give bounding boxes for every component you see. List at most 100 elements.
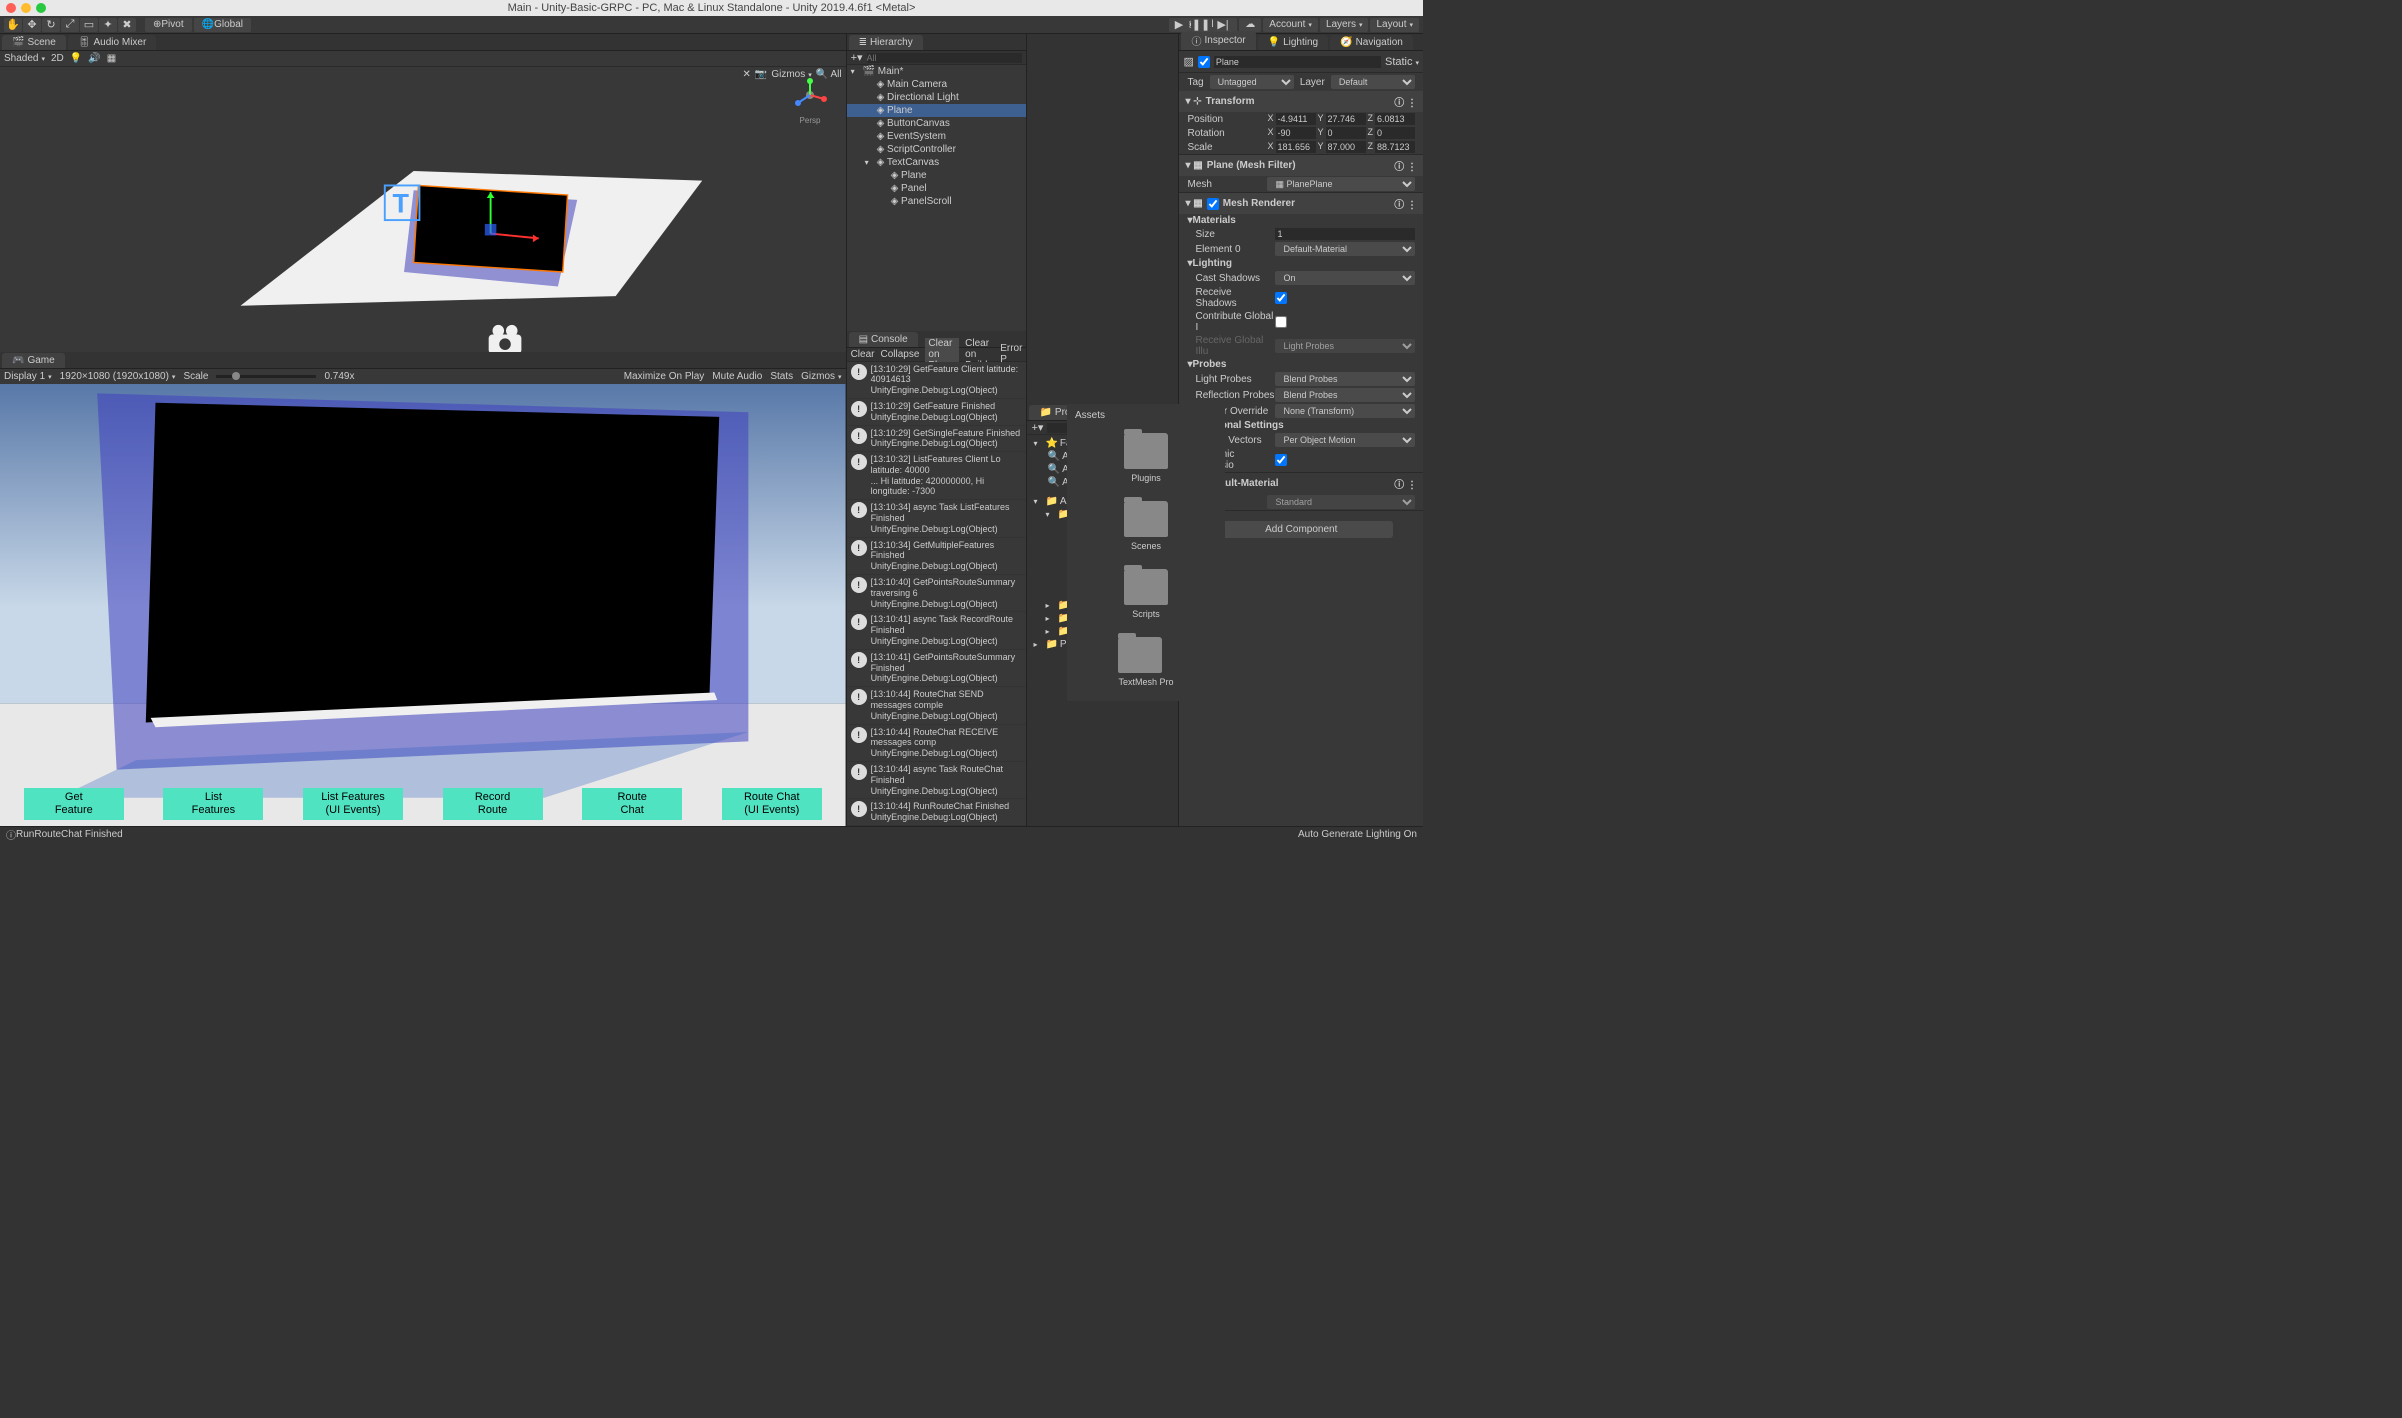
pause-button[interactable]: ❚❚ xyxy=(1191,18,1211,32)
asset-folder-item[interactable]: Plugins xyxy=(1124,433,1168,483)
gameobject-active-checkbox[interactable] xyxy=(1198,56,1210,68)
contributegi-checkbox[interactable] xyxy=(1275,316,1287,328)
mute-toggle[interactable]: Mute Audio xyxy=(712,371,762,382)
console-clear-button[interactable]: Clear xyxy=(851,349,875,360)
game-action-button[interactable]: ListFeatures xyxy=(163,788,263,820)
console-entry[interactable]: ![13:10:34] GetMultipleFeatures Finished… xyxy=(847,538,1027,575)
game-gizmos-toggle[interactable]: Gizmos xyxy=(801,371,841,382)
scale-z-input[interactable] xyxy=(1375,141,1415,153)
project-create-button[interactable]: +▾ xyxy=(1031,421,1043,434)
layout-dropdown[interactable]: Layout xyxy=(1370,18,1419,32)
hierarchy-item[interactable]: ◈ ScriptController xyxy=(847,143,1027,156)
scene-close-icon[interactable]: ✕ xyxy=(742,69,750,80)
orientation-gizmo[interactable]: Persp xyxy=(790,75,830,115)
scene-camera-icon[interactable]: 📷 xyxy=(755,69,767,80)
hierarchy-item[interactable]: ◈ Plane xyxy=(847,104,1027,117)
game-action-button[interactable]: RecordRoute xyxy=(443,788,543,820)
scale-y-input[interactable] xyxy=(1326,141,1366,153)
tab-hierarchy[interactable]: ≣ Hierarchy xyxy=(849,35,923,50)
stats-toggle[interactable]: Stats xyxy=(770,371,793,382)
add-component-button[interactable]: Add Component xyxy=(1209,521,1393,538)
assets-grid-panel[interactable]: Assets PluginsScenesScriptsTextMesh Pro xyxy=(1067,404,1225,701)
scale-x-input[interactable] xyxy=(1276,141,1316,153)
scene-fx-toggle[interactable]: ▦ xyxy=(107,53,116,64)
scale-slider[interactable] xyxy=(216,375,316,378)
tab-navigation[interactable]: 🧭 Navigation xyxy=(1330,35,1413,50)
hierarchy-item[interactable]: ◈ Plane xyxy=(847,169,1027,182)
transform-tool-button[interactable]: ✦ xyxy=(99,18,117,32)
gameobject-name-input[interactable] xyxy=(1214,56,1381,68)
materials-section[interactable]: Materials xyxy=(1193,215,1236,226)
asset-folder-item[interactable]: Scripts xyxy=(1124,569,1168,619)
tab-console[interactable]: ▤ Console xyxy=(849,332,918,347)
console-entry[interactable]: ![13:10:40] GetPointsRouteSummary traver… xyxy=(847,575,1027,612)
resolution-dropdown[interactable]: 1920×1080 (1920x1080) xyxy=(60,371,176,382)
tab-audio-mixer[interactable]: 🎚 Audio Mixer xyxy=(68,35,157,50)
console-entry[interactable]: ![13:10:41] GetPointsRouteSummary Finish… xyxy=(847,650,1027,687)
rotate-tool-button[interactable]: ↻ xyxy=(42,18,60,32)
hierarchy-item[interactable]: ◈ Directional Light xyxy=(847,91,1027,104)
scene-viewport[interactable]: T ✕ 📷 Gizmo xyxy=(0,67,846,352)
hierarchy-item[interactable]: ◈ Panel xyxy=(847,182,1027,195)
maximize-toggle[interactable]: Maximize On Play xyxy=(624,371,705,382)
layers-dropdown[interactable]: Layers xyxy=(1320,18,1369,32)
hierarchy-create-button[interactable]: +▾ xyxy=(851,51,863,64)
scale-tool-button[interactable]: ⤢ xyxy=(61,18,79,32)
lighting-status[interactable]: Auto Generate Lighting On xyxy=(1298,829,1417,840)
display-dropdown[interactable]: Display 1 xyxy=(4,371,52,382)
position-x-input[interactable] xyxy=(1276,113,1316,125)
lighting-section[interactable]: Lighting xyxy=(1193,258,1232,269)
custom-tool-button[interactable]: ✖ xyxy=(118,18,136,32)
probes-section[interactable]: Probes xyxy=(1193,359,1227,370)
tab-inspector[interactable]: ⓘ Inspector xyxy=(1181,31,1255,50)
hierarchy-list[interactable]: ▾🎬 Main* ◈ Main Camera ◈ Directional Lig… xyxy=(847,65,1027,331)
receiveshadows-checkbox[interactable] xyxy=(1275,292,1287,304)
rotation-y-input[interactable] xyxy=(1326,127,1366,139)
hierarchy-item[interactable]: ◈ EventSystem xyxy=(847,130,1027,143)
scene-audio-toggle[interactable]: 🔊 xyxy=(88,53,100,64)
account-dropdown[interactable]: Account xyxy=(1263,18,1318,32)
tab-game[interactable]: 🎮 Game xyxy=(2,353,65,368)
console-entry[interactable]: ![13:10:44] RunRouteChat FinishedUnityEn… xyxy=(847,799,1027,826)
window-maximize-button[interactable] xyxy=(36,3,46,13)
game-viewport[interactable]: GetFeature ListFeatures List Features(UI E… xyxy=(0,384,846,826)
game-action-button[interactable]: List Features(UI Events) xyxy=(303,788,403,820)
dynocc-checkbox[interactable] xyxy=(1275,454,1287,466)
global-toggle[interactable]: 🌐Global xyxy=(194,18,251,32)
reflection-dropdown[interactable]: Blend Probes xyxy=(1275,388,1415,402)
console-entry[interactable]: ![13:10:32] ListFeatures Client Lo latit… xyxy=(847,452,1027,500)
asset-folder-item[interactable]: TextMesh Pro xyxy=(1118,637,1173,687)
mesh-field[interactable]: ▦ PlanePlane xyxy=(1267,177,1415,191)
rotation-x-input[interactable] xyxy=(1276,127,1316,139)
castshadows-dropdown[interactable]: On xyxy=(1275,271,1415,285)
console-entry[interactable]: ![13:10:29] GetSingleFeature FinishedUni… xyxy=(847,426,1027,453)
shading-mode-dropdown[interactable]: Shaded xyxy=(4,53,45,64)
static-dropdown[interactable]: Static xyxy=(1385,56,1419,68)
game-action-button[interactable]: GetFeature xyxy=(24,788,124,820)
console-entry[interactable]: ![13:10:34] async Task ListFeatures Fini… xyxy=(847,500,1027,537)
tab-lighting[interactable]: 💡 Lighting xyxy=(1258,35,1328,50)
game-action-button[interactable]: RouteChat xyxy=(582,788,682,820)
element0-field[interactable]: Default-Material xyxy=(1275,242,1415,256)
meshrenderer-enabled-checkbox[interactable] xyxy=(1207,198,1219,210)
step-button[interactable]: ▶| xyxy=(1213,18,1233,32)
move-tool-button[interactable]: ✥ xyxy=(23,18,41,32)
play-button[interactable]: ▶ xyxy=(1169,18,1189,32)
tab-scene[interactable]: 🎬 Scene xyxy=(2,35,66,50)
console-entry[interactable]: ![13:10:44] RouteChat RECEIVE messages c… xyxy=(847,725,1027,762)
console-entry[interactable]: ![13:10:44] RouteChat SEND messages comp… xyxy=(847,687,1027,724)
2d-toggle[interactable]: 2D xyxy=(51,53,64,64)
window-minimize-button[interactable] xyxy=(21,3,31,13)
tag-dropdown[interactable]: Untagged xyxy=(1210,75,1294,89)
pivot-toggle[interactable]: ⊕Pivot xyxy=(145,18,192,32)
hand-tool-button[interactable]: ✋ xyxy=(4,18,22,32)
meshfilter-component-header[interactable]: ▾ ▦ Plane (Mesh Filter)ⓘ ⋮ xyxy=(1179,155,1423,176)
console-entry[interactable]: ![13:10:29] GetFeature FinishedUnityEngi… xyxy=(847,399,1027,426)
hierarchy-item[interactable]: ▾◈ TextCanvas xyxy=(847,156,1027,169)
console-entry[interactable]: ![13:10:29] GetFeature Client latitude: … xyxy=(847,362,1027,399)
asset-folder-item[interactable]: Scenes xyxy=(1124,501,1168,551)
position-y-input[interactable] xyxy=(1326,113,1366,125)
hierarchy-item[interactable]: ◈ PanelScroll xyxy=(847,195,1027,208)
scene-lighting-toggle[interactable]: 💡 xyxy=(70,53,82,64)
position-z-input[interactable] xyxy=(1375,113,1415,125)
